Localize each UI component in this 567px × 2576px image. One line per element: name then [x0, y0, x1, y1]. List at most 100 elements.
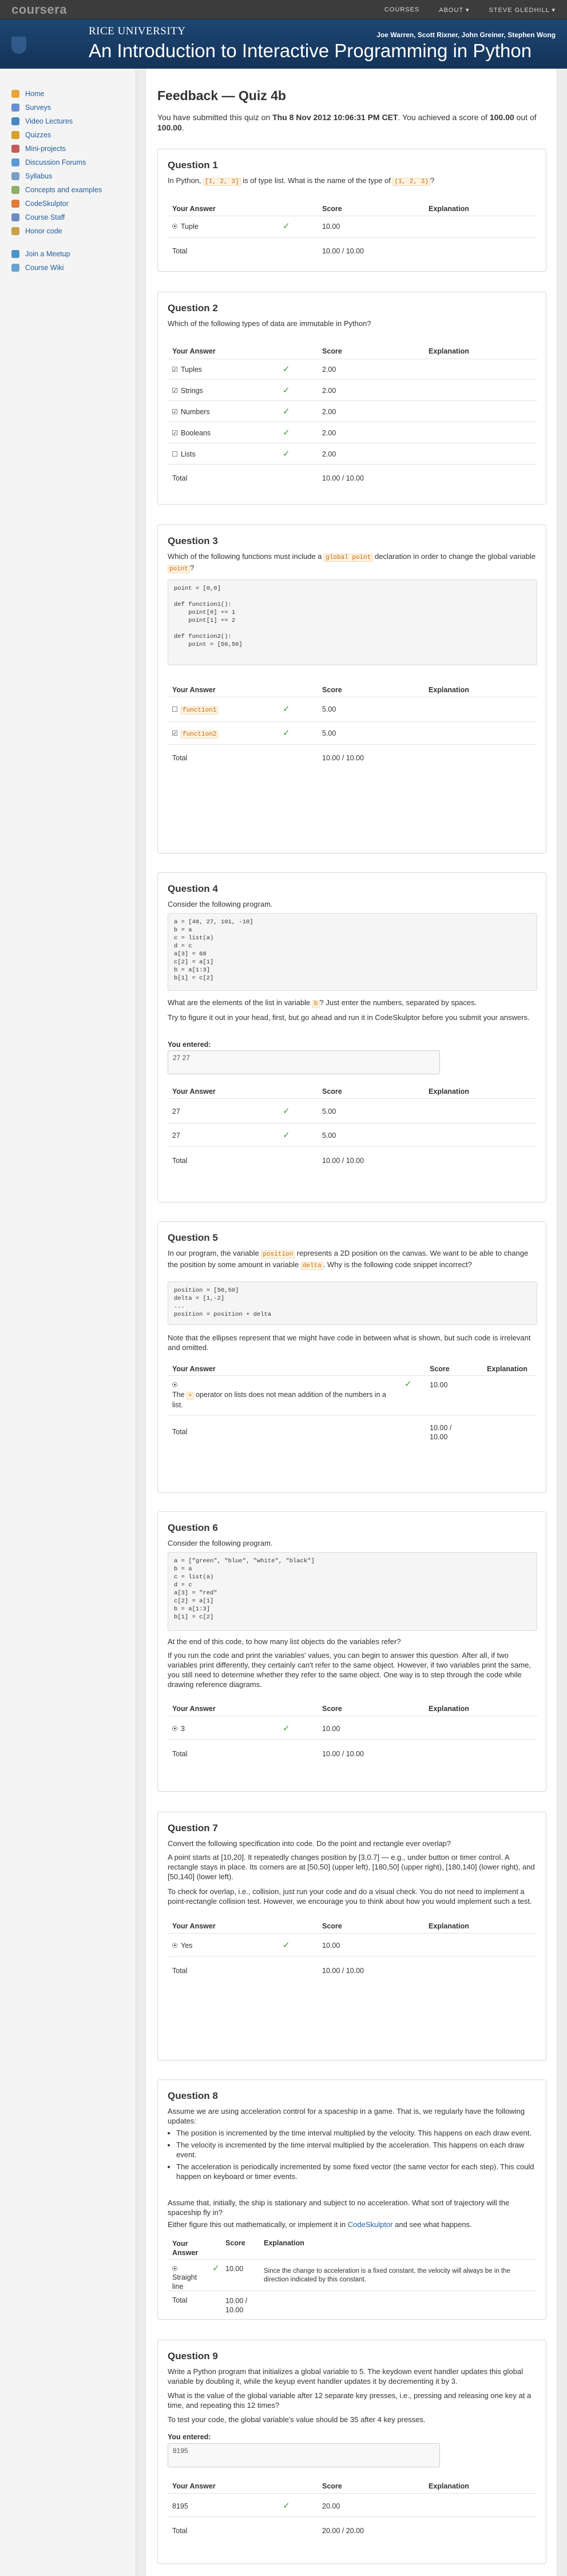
question-note: Note that the ellipses represent that we…: [168, 1333, 531, 1352]
col-score: Score: [322, 1705, 342, 1713]
score-cell: 2.00: [322, 408, 336, 416]
summary-text: You have submitted this quiz on: [157, 113, 273, 122]
checkbox-checked: ✓: [172, 367, 177, 373]
col-score: Score: [225, 2239, 245, 2247]
answer-cell: ✓ Tuples: [172, 366, 202, 374]
checkmark-icon: ✓: [283, 386, 290, 395]
checkmark-icon: ✓: [283, 1940, 290, 1950]
sidebar-item-label: Honor code: [25, 227, 62, 235]
col-score: Score: [322, 686, 342, 694]
sidebar-item-codeskulptor[interactable]: CodeSkulptor: [11, 199, 69, 209]
rice-shield-icon: [11, 37, 26, 54]
sidebar-item-syllabus[interactable]: Syllabus: [11, 171, 52, 181]
sidebar-item-quizzes[interactable]: Quizzes: [11, 130, 51, 140]
question-title: Question 7: [168, 1823, 218, 1833]
answer-cell: function1: [172, 705, 219, 715]
nav-courses[interactable]: COURSES: [384, 6, 419, 13]
nav-about[interactable]: ABOUT ▾: [439, 6, 469, 14]
answer-text: Tuple: [181, 223, 199, 231]
sidebar-item-home[interactable]: Home: [11, 89, 44, 99]
code-block: position = [50,50] delta = [1,-2] ... po…: [168, 1281, 537, 1325]
answer-cell: ✓ Booleans: [172, 429, 211, 437]
question-4: Question 4 Consider the following progra…: [157, 872, 546, 1202]
total-label: Total: [172, 1750, 188, 1758]
total-score: 10.00 / 10.00: [322, 754, 364, 762]
code-block: a = [48, 27, 101, -10] b = a c = list(a)…: [168, 913, 537, 991]
sidebar-item-course-staff[interactable]: Course Staff: [11, 212, 65, 223]
sidebar-item-concepts[interactable]: Concepts and examples: [11, 185, 102, 195]
question-title: Question 1: [168, 160, 218, 170]
sidebar-item-video-lectures[interactable]: Video Lectures: [11, 116, 73, 126]
summary-text: out of: [514, 113, 537, 122]
answer-textarea[interactable]: 8195: [168, 2443, 440, 2467]
text: In Python,: [168, 176, 204, 185]
divider: [168, 237, 537, 238]
question-3: Question 3 Which of the following functi…: [157, 525, 546, 854]
answer-text: Lists: [181, 450, 196, 458]
inline-code: [1, 2, 3]: [203, 178, 241, 186]
sidebar-item-label: CodeSkulptor: [25, 200, 69, 208]
score-cell: 5.00: [322, 705, 336, 713]
checkmark-icon: ✓: [283, 2501, 290, 2511]
text: Which of the following functions must in…: [168, 552, 324, 561]
col-your-answer: Your Answer: [172, 1087, 216, 1096]
max-score: 100.00: [157, 123, 182, 132]
total-label: Total: [172, 2527, 188, 2535]
question-title: Question 3: [168, 535, 218, 546]
total-score: 20.00 / 20.00: [322, 2527, 364, 2535]
answer-cell: ✓ Numbers: [172, 408, 210, 416]
inline-code: +: [187, 1392, 194, 1400]
text: ? Just enter the numbers, separated by s…: [319, 998, 477, 1007]
question-6: Question 6 Consider the following progra…: [157, 1511, 546, 1792]
total-score: 10.00 / 10.00: [322, 247, 364, 255]
course-title[interactable]: An Introduction to Interactive Programmi…: [89, 40, 532, 62]
sidebar-item-honor-code[interactable]: Honor code: [11, 226, 62, 236]
sidebar-item-surveys[interactable]: Surveys: [11, 102, 51, 113]
concepts-icon: [11, 186, 19, 194]
answer-textarea[interactable]: 27 27: [168, 1050, 440, 1074]
question-8: Question 8 Assume we are using accelerat…: [157, 2079, 546, 2320]
checkbox-checked: ✓: [172, 430, 177, 436]
sidebar-item-discussion-forums[interactable]: Discussion Forums: [11, 157, 86, 168]
top-nav: COURSES ABOUT ▾ STEVE GLEDHILL ▾: [365, 0, 556, 19]
sidebar-item-mini-projects[interactable]: Mini-projects: [11, 144, 66, 154]
main-content: Feedback — Quiz 4b You have submitted th…: [145, 69, 557, 2576]
question-title: Question 8: [168, 2090, 218, 2101]
score-value: 100.00: [489, 113, 514, 122]
total-label: Total: [172, 474, 188, 482]
answer-text: Yes: [181, 1942, 193, 1950]
score-cell: 10.00: [225, 2265, 244, 2273]
col-explanation: Explanation: [429, 686, 469, 694]
codeskulptor-link[interactable]: CodeSkulptor: [348, 2220, 393, 2229]
col-score: Score: [322, 347, 342, 355]
sidebar-item-label: Surveys: [25, 104, 51, 112]
total-score: 10.00 / 10.00: [322, 474, 364, 482]
answer-cell: 27: [172, 1108, 180, 1116]
question-title: Question 4: [168, 883, 218, 894]
checkmark-icon: ✓: [283, 221, 290, 231]
answer-cell: The + operator on lists does not mean ad…: [172, 1390, 390, 1410]
home-icon: [11, 90, 19, 98]
col-your-answer: Your Answer: [172, 2240, 199, 2257]
sidebar-item-label: Course Wiki: [25, 264, 64, 272]
question-title: Question 2: [168, 303, 218, 313]
coursera-logo[interactable]: coursera: [11, 2, 67, 17]
checkmark-icon: ✓: [283, 1724, 290, 1733]
score-cell: 10.00: [322, 223, 340, 231]
sidebar-item-join-meetup[interactable]: Join a Meetup: [11, 249, 70, 259]
radio-selected: [172, 2266, 177, 2272]
question-text: Consider the following program.: [168, 1539, 273, 1547]
col-explanation: Explanation: [429, 1087, 469, 1096]
sidebar-item-course-wiki[interactable]: Course Wiki: [11, 263, 64, 273]
question-text: In our program, the variable position re…: [168, 1248, 537, 1271]
col-explanation: Explanation: [429, 1922, 469, 1930]
list-item: The position is incremented by the time …: [176, 2128, 537, 2138]
answer-cell: 3: [172, 1725, 185, 1733]
sidebar-item-label: Quizzes: [25, 131, 51, 139]
question-text: Write a Python program that initializes …: [168, 2367, 523, 2386]
quiz-icon: [11, 131, 19, 139]
nav-user-menu[interactable]: STEVE GLEDHILL ▾: [489, 6, 556, 14]
question-title: Question 6: [168, 1522, 218, 1533]
checkmark-icon: ✓: [283, 728, 290, 738]
syllabus-icon: [11, 172, 19, 180]
